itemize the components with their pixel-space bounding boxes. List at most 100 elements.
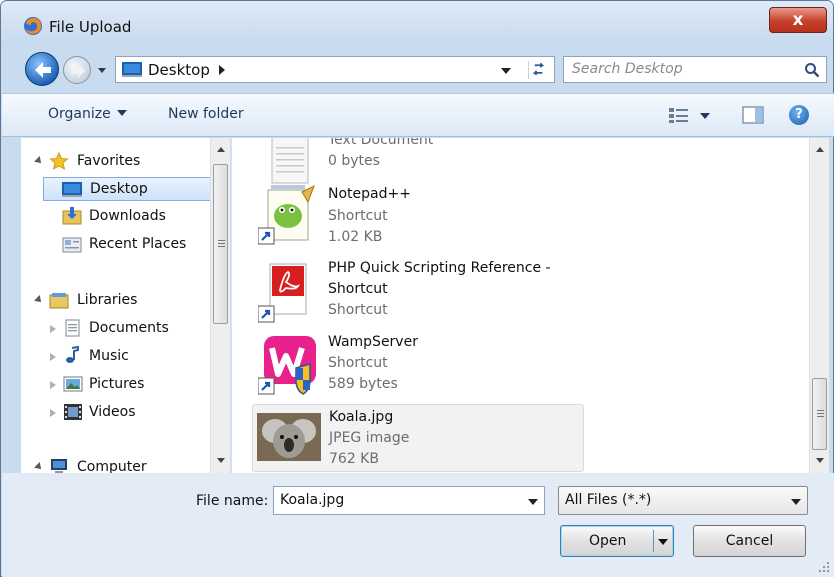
scrollbar-thumb[interactable] — [213, 164, 228, 324]
nav-item-music[interactable]: Music — [43, 345, 230, 369]
open-options-dropdown-icon[interactable] — [658, 539, 668, 545]
organize-label: Organize — [48, 106, 111, 122]
expand-arrow-icon[interactable] — [34, 295, 44, 305]
cancel-button[interactable]: Cancel — [693, 525, 806, 557]
nav-item-videos[interactable]: Videos — [43, 401, 230, 425]
dialog-footer: File name: Koala.jpg All Files (*.*) Ope… — [2, 473, 834, 577]
expand-arrow-icon[interactable] — [50, 325, 56, 333]
documents-icon — [65, 319, 80, 337]
file-type: Shortcut — [328, 208, 388, 224]
expand-arrow-icon[interactable] — [34, 156, 44, 166]
wampserver-icon — [258, 336, 316, 395]
help-button[interactable]: ? — [789, 105, 809, 125]
back-button[interactable] — [25, 52, 59, 86]
file-item[interactable]: WampServer Shortcut 589 bytes — [252, 334, 584, 402]
chevron-down-icon[interactable] — [791, 499, 801, 505]
forward-button[interactable] — [63, 56, 91, 84]
split-divider — [653, 530, 654, 552]
file-name-value[interactable]: Koala.jpg — [280, 492, 344, 508]
close-button[interactable]: x — [769, 7, 827, 33]
file-type: Shortcut — [328, 355, 388, 371]
file-name: Notepad++ — [328, 186, 411, 202]
desktop-icon — [122, 62, 142, 77]
preview-pane-icon[interactable] — [742, 106, 764, 124]
file-name-field[interactable]: Koala.jpg — [273, 486, 545, 515]
nav-item-recent-places[interactable]: Recent Places — [43, 233, 230, 257]
back-arrow-icon — [35, 62, 51, 78]
libraries-icon — [49, 293, 69, 309]
nav-group-libraries[interactable]: Libraries — [21, 289, 221, 313]
breadcrumb-chevron-icon[interactable] — [218, 65, 226, 75]
nav-label: Favorites — [77, 153, 141, 169]
expand-arrow-icon[interactable] — [50, 353, 56, 361]
navigation-pane: Favorites Desktop Downloads Recent Place… — [21, 138, 230, 473]
nav-label: Pictures — [89, 376, 145, 392]
nav-item-desktop[interactable]: Desktop — [43, 177, 230, 201]
favorites-star-icon — [49, 152, 69, 170]
scroll-up-icon[interactable] — [816, 147, 824, 152]
open-button[interactable]: Open — [560, 525, 674, 557]
scroll-up-icon[interactable] — [217, 147, 225, 152]
open-label: Open — [589, 533, 627, 549]
grip-icon — [218, 240, 225, 247]
file-name-dropdown-icon[interactable] — [528, 499, 538, 505]
file-item[interactable]: PHP Quick Scripting Reference - Shortcut… — [252, 258, 584, 328]
desktop-icon — [62, 182, 82, 197]
file-name: PHP Quick Scripting Reference - — [328, 260, 551, 276]
file-type: Text Document — [328, 138, 434, 148]
address-location[interactable]: Desktop — [148, 61, 210, 79]
nav-label: Downloads — [89, 208, 166, 224]
scroll-down-icon[interactable] — [217, 458, 225, 463]
file-size: 589 bytes — [328, 376, 398, 392]
forward-arrow-icon — [71, 64, 85, 78]
file-item[interactable]: Text Document 0 bytes — [252, 138, 584, 184]
nav-label: Libraries — [77, 292, 138, 308]
change-view-icon[interactable] — [668, 106, 690, 124]
file-name: WampServer — [328, 334, 418, 350]
refresh-icon[interactable] — [528, 61, 548, 79]
file-item-selected[interactable]: Koala.jpg JPEG image 762 KB — [252, 404, 584, 472]
address-bar[interactable]: Desktop — [115, 56, 555, 83]
file-name: Koala.jpg — [329, 409, 394, 425]
recent-pages-dropdown-icon[interactable] — [95, 63, 109, 77]
file-size: 0 bytes — [328, 153, 380, 169]
organize-button[interactable]: Organize — [48, 106, 127, 122]
nav-label: Recent Places — [89, 236, 187, 252]
expand-arrow-icon[interactable] — [50, 381, 56, 389]
grip-icon — [817, 410, 824, 417]
koala-thumbnail — [257, 413, 321, 461]
address-history-dropdown-icon[interactable] — [500, 66, 512, 76]
search-input[interactable]: Search Desktop — [572, 61, 683, 77]
navigation-bar: Desktop Search Desktop — [1, 47, 833, 93]
nav-item-documents[interactable]: Documents — [43, 317, 230, 341]
title-bar[interactable]: File Upload x — [1, 1, 833, 47]
nav-item-pictures[interactable]: Pictures — [43, 373, 230, 397]
expand-arrow-icon[interactable] — [50, 409, 56, 417]
file-item[interactable]: Notepad++ Shortcut 1.02 KB — [252, 182, 584, 252]
more-views-dropdown-icon[interactable] — [700, 113, 710, 119]
chevron-down-icon — [116, 110, 127, 116]
new-folder-button[interactable]: New folder — [168, 106, 244, 122]
nav-group-computer[interactable]: Computer — [21, 456, 221, 473]
file-upload-dialog: File Upload x Desktop Search Desktop Org… — [0, 0, 834, 577]
nav-label: Videos — [89, 404, 136, 420]
nav-item-downloads[interactable]: Downloads — [43, 205, 230, 229]
computer-icon — [51, 459, 67, 473]
scroll-down-icon[interactable] — [816, 458, 824, 463]
resize-grip-icon[interactable] — [818, 561, 830, 573]
file-type: JPEG image — [329, 430, 410, 446]
window-title: File Upload — [49, 18, 132, 36]
scrollbar-thumb[interactable] — [812, 378, 827, 450]
search-box[interactable]: Search Desktop — [563, 56, 827, 83]
expand-arrow-icon[interactable] — [34, 462, 44, 472]
file-name-continued: Shortcut — [328, 281, 388, 297]
search-icon[interactable] — [804, 62, 820, 78]
file-list-scrollbar[interactable] — [809, 138, 829, 473]
firefox-icon — [24, 17, 42, 35]
nav-group-favorites[interactable]: Favorites — [21, 150, 221, 174]
file-type-filter[interactable]: All Files (*.*) — [558, 486, 808, 515]
navigation-scrollbar[interactable] — [210, 138, 230, 473]
nav-label: Computer — [77, 459, 147, 473]
nav-label: Music — [89, 348, 129, 364]
pdf-icon — [258, 263, 307, 323]
